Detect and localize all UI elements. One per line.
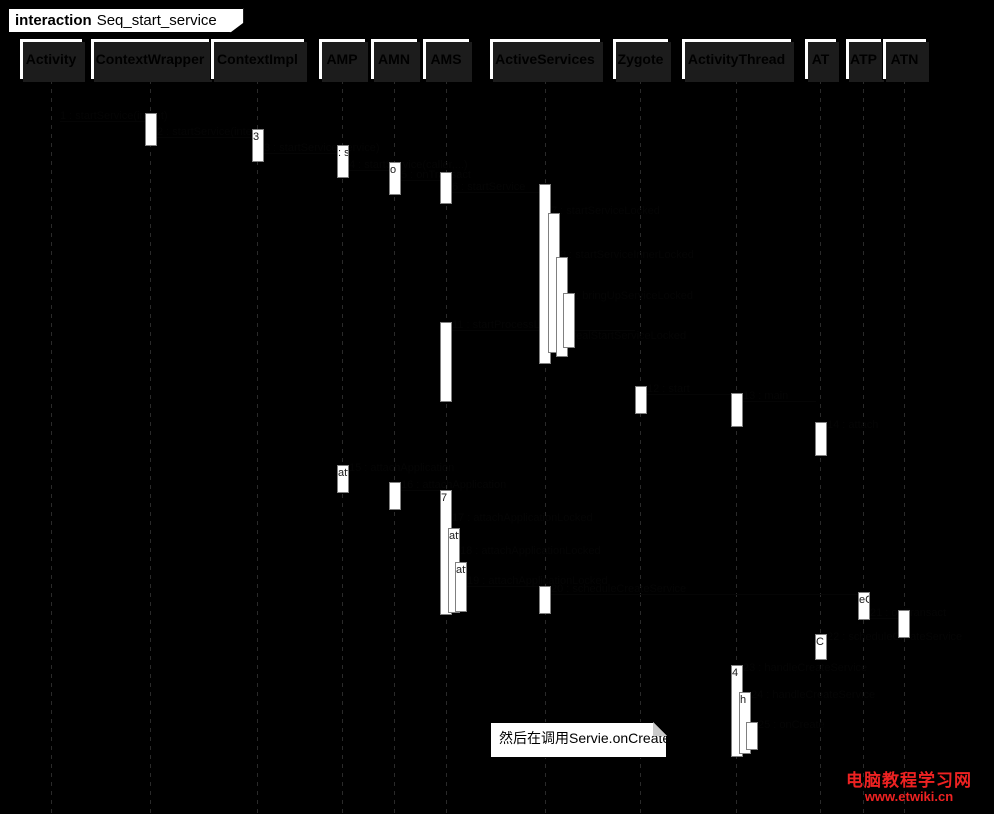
- message-label: 20 : scheduleCreateService: [551, 583, 687, 595]
- message-label: 13 : main: [743, 390, 789, 402]
- act-contextwrapper-1[interactable]: [252, 129, 264, 162]
- lifeline-header-contextimpl[interactable]: ContextImpl: [210, 38, 307, 82]
- lifeline-label: AMP: [326, 51, 358, 67]
- lifeline-label: Activity: [25, 51, 77, 67]
- lifeline-stem-zygote: [640, 80, 641, 814]
- act-activitythread-1[interactable]: [731, 393, 743, 427]
- message-label: 14 : attach: [827, 419, 879, 431]
- lifeline-stem-contextwrapper: [150, 80, 151, 814]
- lifeline-stem-atp: [863, 80, 864, 814]
- lifeline-stem-activity: [51, 80, 52, 814]
- message-label: 17 : attachApplicationLocked: [452, 512, 593, 524]
- lifeline-label: ContextImpl: [217, 51, 298, 67]
- frame-name: Seq_start_service: [96, 12, 217, 29]
- message-label: 8 : startServiceInnerLocked: [560, 249, 694, 261]
- lifeline-header-atn[interactable]: ATN: [882, 38, 929, 82]
- lifeline-header-activeservices[interactable]: ActiveServices: [489, 38, 603, 82]
- watermark-title: 电脑教程学习网: [846, 771, 972, 790]
- lifeline-header-atp[interactable]: ATP: [845, 38, 884, 82]
- frame-keyword: interaction: [15, 12, 92, 29]
- message-label: 22 : scheduleCreateService: [827, 631, 963, 643]
- lifeline-header-activitythread[interactable]: ActivityThread: [681, 38, 794, 82]
- message-label: 18 : attachApplicationLocked: [460, 545, 601, 557]
- lifeline-label: ATN: [890, 51, 919, 67]
- note-text: 然后在调用Servie.onCreate: [499, 730, 671, 746]
- act-activitythread-4[interactable]: [746, 722, 758, 750]
- watermark: 电脑教程学习网 www.etwiki.cn: [846, 772, 972, 803]
- message-label: 5 : onTransact: [401, 169, 471, 181]
- lifeline-label: AMN: [378, 51, 410, 67]
- message-label: 25 : onCreate: [758, 719, 825, 731]
- note-fold-corner-icon: [653, 722, 667, 736]
- message-label: 23 : handleCreateService: [743, 662, 868, 674]
- sequence-diagram-canvas: interaction Seq_start_service Activity Co…: [0, 0, 994, 814]
- message-label: 24 : handleCreateService: [751, 689, 876, 701]
- diagram-note: 然后在调用Servie.onCreate: [490, 722, 667, 758]
- message-label: 9 : bringUpServiceLocked: [567, 290, 693, 302]
- lifeline-header-zygote[interactable]: Zygote: [612, 38, 671, 82]
- act-contextimpl-2[interactable]: [389, 482, 401, 510]
- lifeline-label: AMS: [430, 51, 462, 67]
- lifeline-label: Zygote: [617, 51, 664, 67]
- act-atp-1[interactable]: [858, 592, 870, 620]
- act-atn-1[interactable]: [898, 610, 910, 638]
- lifeline-label: ContextWrapper: [95, 51, 205, 67]
- lifeline-header-activity[interactable]: Activity: [19, 38, 85, 82]
- lifeline-header-at[interactable]: AT: [804, 38, 839, 82]
- interaction-frame-label: interaction Seq_start_service: [8, 8, 244, 33]
- act-at-1[interactable]: [815, 422, 827, 456]
- act-contextwrapper-2[interactable]: [337, 465, 349, 493]
- act-activeservices-4[interactable]: [539, 586, 551, 614]
- message-label: 16 : attachApplication: [401, 479, 507, 491]
- lifeline-header-ams[interactable]: AMS: [422, 38, 472, 82]
- lifeline-label: ActivityThread: [687, 51, 786, 67]
- lifeline-label: ActiveServices: [495, 51, 595, 67]
- lifeline-header-amn[interactable]: AMN: [370, 38, 420, 82]
- act-activeservices-3[interactable]: [563, 293, 575, 348]
- act-ams-4[interactable]: [455, 562, 467, 612]
- act-zygote-1[interactable]: [635, 386, 647, 414]
- watermark-url: www.etwiki.cn: [864, 788, 954, 804]
- message-label: 7 : startServiceLocked: [551, 205, 660, 217]
- message-label: 6 : startService: [452, 181, 526, 193]
- act-at-2[interactable]: [815, 634, 827, 660]
- act-amp-1[interactable]: [389, 162, 401, 195]
- lifeline-stem-atn: [904, 80, 905, 814]
- act-amn-1[interactable]: [440, 172, 452, 204]
- message-label: 15 : attachApplication: [349, 462, 455, 474]
- lifeline-stem-amp: [342, 80, 343, 814]
- message-label: 12 : start: [647, 383, 690, 395]
- message-label: 2 : startService(intent): [157, 126, 265, 138]
- lifeline-header-contextwrapper[interactable]: ContextWrapper: [90, 38, 212, 82]
- lifeline-header-amp[interactable]: AMP: [318, 38, 368, 82]
- lifeline-label: ATP: [850, 51, 877, 67]
- lifeline-stem-contextimpl: [257, 80, 258, 814]
- message-label: 3 : startService(service): [264, 142, 380, 154]
- act-ams-2[interactable]: [440, 322, 452, 402]
- lifeline-label: AT: [811, 51, 830, 67]
- act-activity-1[interactable]: [145, 113, 157, 146]
- act-contextimpl-1[interactable]: [337, 145, 349, 178]
